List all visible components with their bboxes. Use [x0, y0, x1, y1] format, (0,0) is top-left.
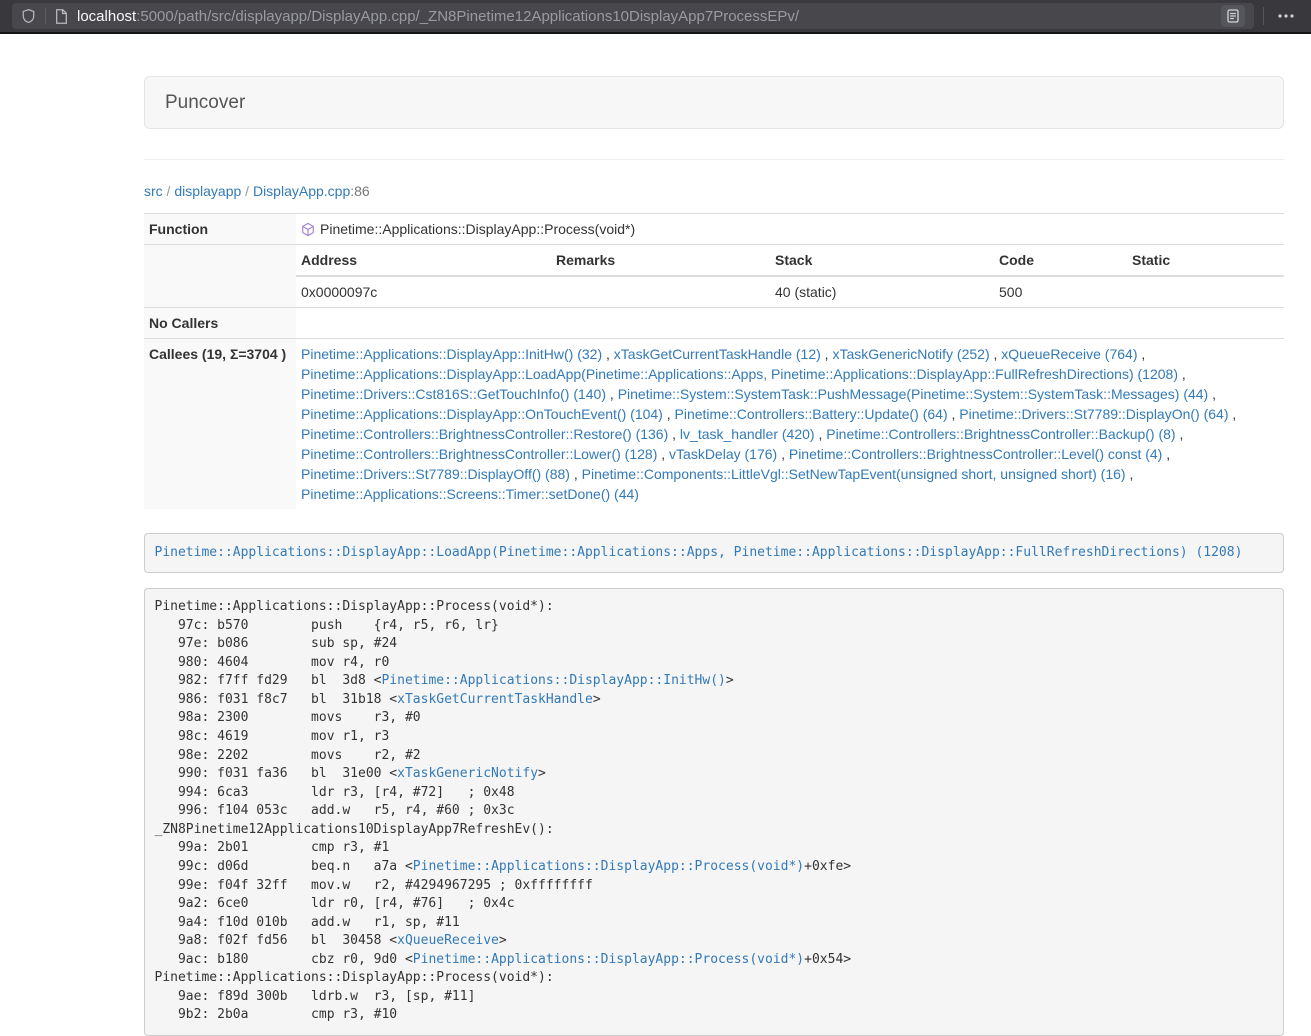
- table-row-stats: Address Remarks Stack Code Static 0x0000…: [144, 245, 1284, 308]
- callee-link[interactable]: lv_task_handler (420): [680, 426, 815, 442]
- no-callers-label: No Callers: [144, 308, 296, 339]
- stats-header-row: Address Remarks Stack Code Static: [296, 245, 1284, 276]
- page-title: Puncover: [165, 91, 1263, 114]
- callee-link[interactable]: vTaskDelay (176): [669, 446, 777, 462]
- asm-symbol-link[interactable]: Pinetime::Applications::DisplayApp::Init…: [381, 673, 725, 688]
- callee-link[interactable]: Pinetime::Controllers::Battery::Update()…: [675, 406, 948, 422]
- callee-link[interactable]: xTaskGenericNotify (252): [832, 346, 989, 362]
- asm-symbol-link[interactable]: Pinetime::Applications::DisplayApp::Proc…: [413, 859, 804, 874]
- url-text: localhost:5000/path/src/displayapp/Displ…: [77, 8, 1221, 25]
- callees-list: Pinetime::Applications::DisplayApp::Init…: [296, 339, 1284, 510]
- cell-static: [1127, 276, 1284, 307]
- breadcrumb-link[interactable]: src: [144, 183, 163, 199]
- divider: [144, 159, 1284, 160]
- table-row-function: Function Pinetime::Applications::Display…: [144, 214, 1284, 245]
- page-container: Puncover src / displayapp / DisplayApp.c…: [144, 76, 1284, 1036]
- function-name: Pinetime::Applications::DisplayApp::Proc…: [320, 219, 635, 239]
- callee-link[interactable]: Pinetime::System::SystemTask::PushMessag…: [618, 386, 1209, 402]
- col-stack: Stack: [770, 245, 994, 276]
- callee-link[interactable]: Pinetime::Drivers::St7789::DisplayOff() …: [301, 466, 570, 482]
- cell-remarks: [551, 276, 770, 307]
- app-header-panel: Puncover: [144, 76, 1284, 129]
- cell-address: 0x0000097c: [296, 276, 551, 307]
- cell-code: 500: [994, 276, 1127, 307]
- breadcrumb-line-number: :86: [350, 183, 369, 199]
- loadapp-link[interactable]: Pinetime::Applications::DisplayApp::Load…: [155, 545, 1243, 560]
- callee-link[interactable]: Pinetime::Applications::Screens::Timer::…: [301, 486, 639, 502]
- function-stats-table: Address Remarks Stack Code Static 0x0000…: [296, 245, 1284, 307]
- callee-link[interactable]: Pinetime::Controllers::BrightnessControl…: [301, 426, 668, 442]
- toolbar-divider: [1263, 7, 1264, 25]
- callee-link[interactable]: Pinetime::Controllers::BrightnessControl…: [789, 446, 1162, 462]
- callee-link[interactable]: xTaskGetCurrentTaskHandle (12): [614, 346, 821, 362]
- ellipsis-icon: [1277, 13, 1295, 19]
- shield-icon[interactable]: [21, 8, 36, 24]
- function-row-label: Function: [144, 214, 296, 245]
- asm-symbol-link[interactable]: xTaskGenericNotify: [397, 766, 538, 781]
- table-row-no-callers: No Callers: [144, 308, 1284, 339]
- callee-link[interactable]: Pinetime::Applications::DisplayApp::Load…: [301, 366, 1178, 382]
- cube-icon: [301, 222, 315, 237]
- callee-link[interactable]: Pinetime::Applications::DisplayApp::OnTo…: [301, 406, 663, 422]
- callee-link[interactable]: Pinetime::Components::LittleVgl::SetNewT…: [582, 466, 1126, 482]
- loadapp-snippet: Pinetime::Applications::DisplayApp::Load…: [144, 533, 1284, 573]
- callee-link[interactable]: Pinetime::Controllers::BrightnessControl…: [826, 426, 1175, 442]
- asm-symbol-link[interactable]: Pinetime::Applications::DisplayApp::Proc…: [413, 952, 804, 967]
- col-remarks: Remarks: [551, 245, 770, 276]
- breadcrumb-link[interactable]: displayapp: [174, 183, 241, 199]
- breadcrumb-separator: /: [163, 183, 175, 199]
- callee-link[interactable]: Pinetime::Applications::DisplayApp::Init…: [301, 346, 602, 362]
- callee-link[interactable]: Pinetime::Controllers::BrightnessControl…: [301, 446, 657, 462]
- callee-link[interactable]: xQueueReceive (764): [1001, 346, 1137, 362]
- breadcrumb-link[interactable]: DisplayApp.cpp: [253, 183, 350, 199]
- cell-stack: 40 (static): [770, 276, 994, 307]
- reader-mode-button[interactable]: [1221, 5, 1245, 27]
- col-address: Address: [296, 245, 551, 276]
- callee-link[interactable]: Pinetime::Drivers::Cst816S::GetTouchInfo…: [301, 386, 606, 402]
- breadcrumb: src / displayapp / DisplayApp.cpp:86: [144, 181, 1284, 201]
- col-code: Code: [994, 245, 1127, 276]
- table-row-callees: Callees (19, Σ=3704 ) Pinetime::Applicat…: [144, 339, 1284, 510]
- col-static: Static: [1127, 245, 1284, 276]
- overflow-menu-button[interactable]: [1273, 3, 1299, 29]
- reader-mode-icon: [1227, 9, 1239, 23]
- url-host: localhost: [77, 8, 136, 25]
- page-icon: [55, 9, 68, 24]
- table-row: 0x0000097c 40 (static) 500: [296, 276, 1284, 307]
- browser-toolbar: localhost:5000/path/src/displayapp/Displ…: [0, 0, 1311, 34]
- callee-link[interactable]: Pinetime::Drivers::St7789::DisplayOn() (…: [959, 406, 1228, 422]
- assembly-listing: Pinetime::Applications::DisplayApp::Proc…: [144, 588, 1284, 1036]
- asm-symbol-link[interactable]: xTaskGetCurrentTaskHandle: [397, 692, 593, 707]
- url-path: :5000/path/src/displayapp/DisplayApp.cpp…: [136, 8, 799, 25]
- url-bar[interactable]: localhost:5000/path/src/displayapp/Displ…: [12, 3, 1254, 29]
- asm-symbol-link[interactable]: xQueueReceive: [397, 933, 499, 948]
- toolbar-divider: [45, 8, 46, 24]
- callees-label: Callees (19, Σ=3704 ): [144, 339, 296, 510]
- function-detail-table: Function Pinetime::Applications::Display…: [144, 213, 1284, 509]
- breadcrumb-separator: /: [241, 183, 253, 199]
